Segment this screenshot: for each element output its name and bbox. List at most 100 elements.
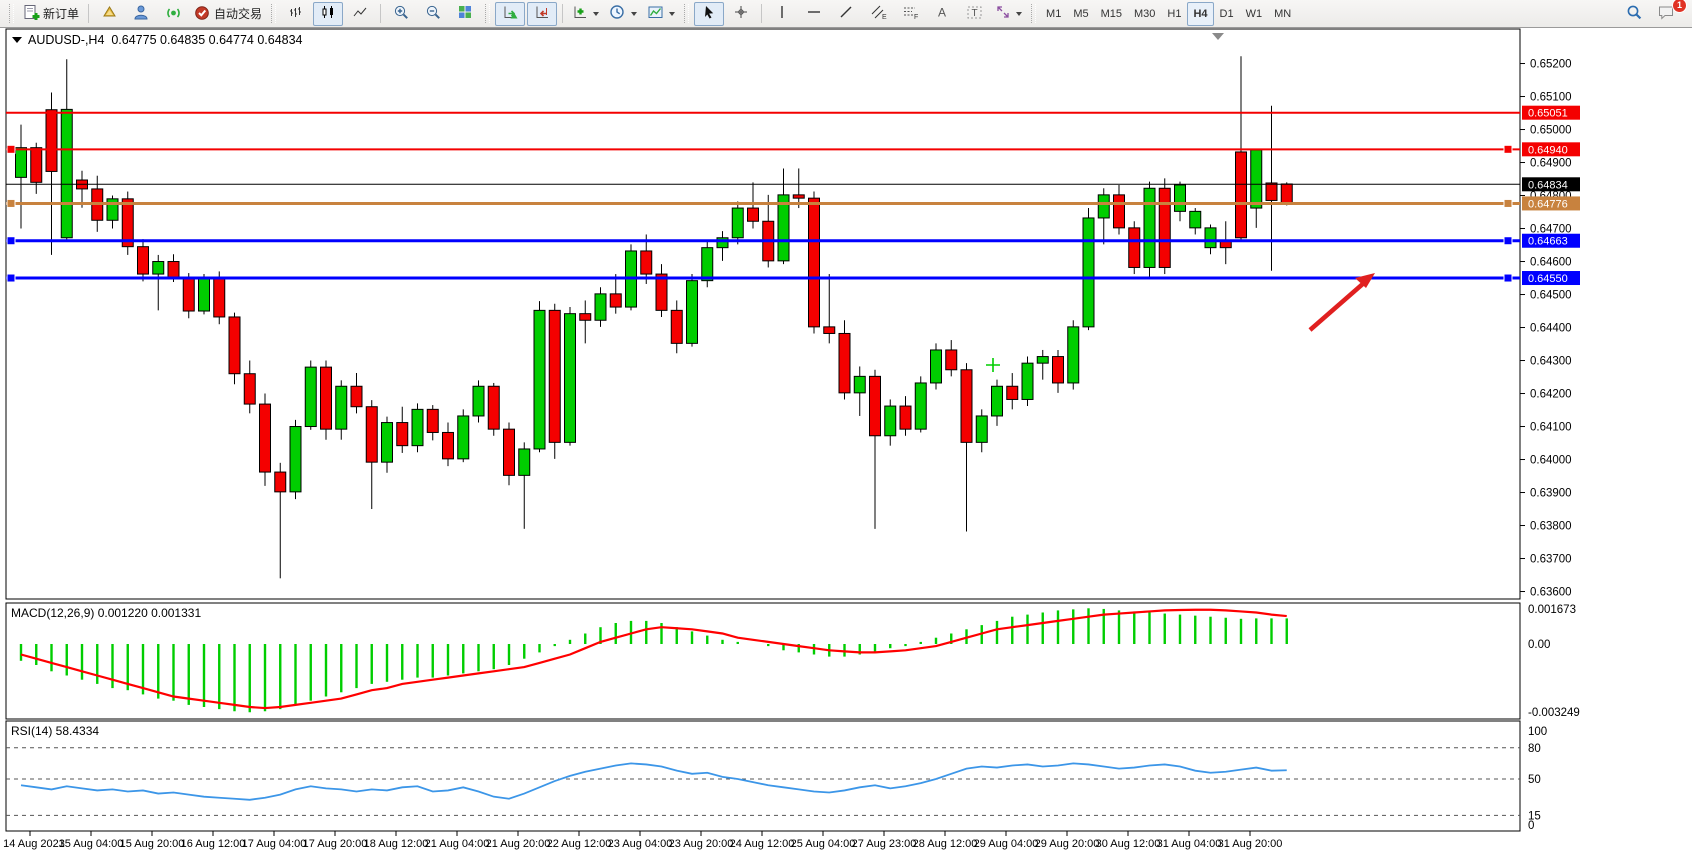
price-pane[interactable] [6,29,1520,599]
horizontal-line-button[interactable] [799,2,829,26]
toolbar-separator [761,4,762,23]
signal-button[interactable] [158,2,188,26]
price-line-badge-label: 0.64550 [1528,273,1568,285]
timeframe-m30[interactable]: M30 [1128,2,1161,26]
periods-button[interactable] [605,2,641,26]
candle-body [839,333,850,392]
candle-body [824,327,835,334]
line-handle[interactable] [1504,274,1512,282]
macd-pane[interactable] [6,603,1520,719]
candle-body [458,416,469,459]
line-handle[interactable] [7,274,15,282]
rsi-pane[interactable] [6,721,1520,831]
candle-body [1236,152,1247,238]
autoscroll-button[interactable] [495,2,525,26]
trendline-button[interactable] [831,2,861,26]
candle-body [31,148,42,183]
candlestick-button[interactable] [313,2,343,26]
candle-body [199,279,210,311]
chart-shift-button[interactable] [527,2,557,26]
templates-button[interactable] [643,2,679,26]
price-tick-label: 0.65200 [1530,59,1572,71]
candle-body [275,472,286,492]
notifications-button[interactable]: 1 [1651,2,1681,26]
candle-body [732,208,743,238]
crosshair-button[interactable] [726,2,756,26]
zoom-in-button[interactable] [386,2,416,26]
new-order-label: 新订单 [43,5,79,22]
time-tick-label: 30 Aug 12:00 [1096,838,1161,850]
autotrading-button[interactable]: 自动交易 [190,2,266,26]
candle-body [153,262,164,275]
market-watch-button[interactable] [94,2,124,26]
chart-canvas[interactable]: 0.652000.651000.650000.649000.648000.647… [0,28,1692,855]
channel-button[interactable]: E [863,2,893,26]
label-button[interactable]: T [959,2,989,26]
main-toolbar: 新订单 自动交易 E F A T M1M5M15M30H1H4D1W1MN 1 [0,0,1692,28]
text-button[interactable]: A [927,2,957,26]
chart-window[interactable]: 0.652000.651000.650000.649000.648000.647… [0,28,1692,855]
candle-body [961,370,972,443]
new-order-button[interactable]: 新订单 [19,2,83,26]
candle-body [870,376,881,435]
label-icon: T [966,4,983,24]
candle-body [534,310,545,449]
cursor-button[interactable] [694,2,724,26]
search-button[interactable] [1619,2,1649,26]
candle-body [885,406,896,436]
timeframe-m5[interactable]: M5 [1067,2,1094,26]
timeframe-w1[interactable]: W1 [1240,2,1269,26]
timeframe-mn[interactable]: MN [1268,2,1297,26]
indicators-button[interactable] [568,2,603,26]
toolbar-separator [562,4,563,23]
candle-body [1144,188,1155,267]
line-handle[interactable] [1504,145,1512,153]
zoom-out-button[interactable] [418,2,448,26]
zoom-out-icon [425,4,442,24]
vertical-line-button[interactable] [767,2,797,26]
candle-body [992,386,1003,416]
timeframe-h1[interactable]: H1 [1161,2,1187,26]
candle-body [61,109,72,237]
line-chart-button[interactable] [345,2,375,26]
timeframe-h4[interactable]: H4 [1187,2,1213,26]
candle-body [244,374,255,404]
price-tick-label: 0.64600 [1530,257,1572,269]
candle-body [336,386,347,429]
line-handle[interactable] [7,199,15,207]
profile-button[interactable] [126,2,156,26]
bar-chart-button[interactable] [281,2,311,26]
zoom-in-icon [393,4,410,24]
tile-windows-button[interactable] [450,2,480,26]
line-handle[interactable] [7,237,15,245]
fibonacci-button[interactable]: F [895,2,925,26]
candle-body [748,208,759,221]
candle-body [229,317,240,374]
autotrading-label: 自动交易 [214,5,262,22]
timeframe-m1[interactable]: M1 [1040,2,1067,26]
candle-body [321,367,332,429]
autotrading-icon [194,4,211,24]
timeframe-m15[interactable]: M15 [1095,2,1128,26]
trendline-icon [838,4,854,23]
price-tick-label: 0.64700 [1530,224,1572,236]
arrows-button[interactable] [991,2,1026,26]
line-handle[interactable] [1504,199,1512,207]
timeframe-d1[interactable]: D1 [1214,2,1240,26]
candle-body [1205,228,1216,248]
rsi-tick-label: 100 [1528,726,1547,738]
toolbar-grip [485,4,490,23]
price-tick-label: 0.65000 [1530,125,1572,137]
price-tick-label: 0.63800 [1530,521,1572,533]
price-tick-label: 0.64000 [1530,455,1572,467]
price-tick-label: 0.64300 [1530,356,1572,368]
line-handle[interactable] [1504,237,1512,245]
candle-body [1175,185,1186,211]
candle-body [46,110,57,172]
toolbar-grip [9,4,14,23]
candle-body [1190,211,1201,228]
price-tick-label: 0.64500 [1530,290,1572,302]
line-handle[interactable] [7,145,15,153]
price-line-badge-label: 0.64663 [1528,236,1568,248]
candle-body [290,427,301,492]
